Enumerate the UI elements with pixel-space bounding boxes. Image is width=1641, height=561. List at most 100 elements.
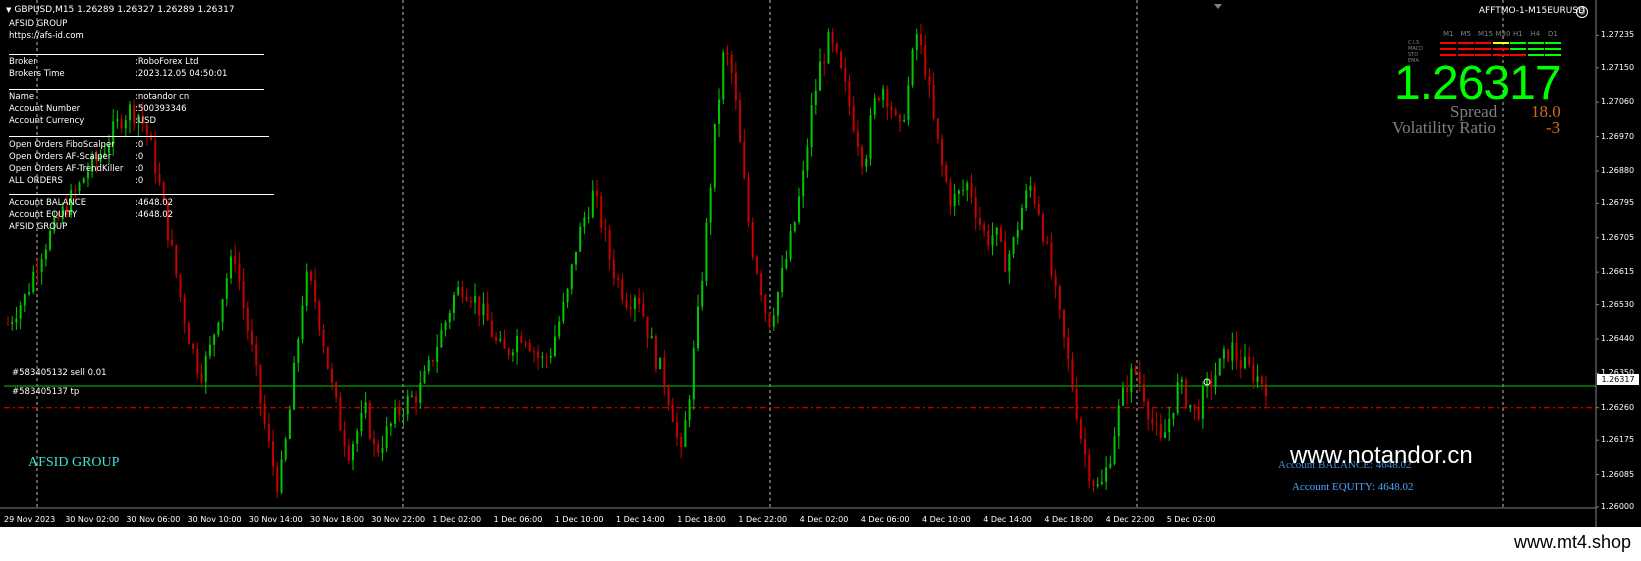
price-tick-label: 1.26615: [1601, 267, 1635, 277]
window: ▼ GBPUSD,M15 1.26289 1.26327 1.26289 1.26…: [0, 0, 1641, 561]
bull-candle: [82, 178, 85, 183]
bear-candle: [675, 422, 678, 438]
bull-candle: [364, 402, 367, 414]
price-tick-label: 1.26970: [1601, 131, 1635, 141]
bear-candle: [171, 240, 174, 246]
bear-candle: [343, 430, 346, 446]
tp-order-label[interactable]: #583405137 tp: [12, 387, 79, 397]
bull-candle: [78, 182, 81, 192]
price-tick-label: 1.26530: [1601, 299, 1635, 309]
bear-candle: [1084, 439, 1087, 455]
bull-candle: [280, 459, 283, 493]
bear-candle: [680, 437, 683, 447]
bull-candle: [659, 357, 662, 370]
time-tick-label: 5 Dec 02:00: [1166, 515, 1216, 524]
bull-candle: [288, 409, 291, 439]
time-tick-label: 4 Dec 22:00: [1105, 515, 1155, 524]
bull-candle: [650, 336, 653, 339]
bull-candle: [499, 338, 502, 341]
bull-candle: [558, 321, 561, 337]
bull-candle: [444, 322, 447, 331]
bear-candle: [861, 147, 864, 167]
bull-candle: [19, 305, 22, 319]
scroll-marker-icon: [1214, 4, 1222, 9]
bear-candle: [612, 259, 615, 279]
time-axis[interactable]: 29 Nov 2023 30 Nov 02:00 30 Nov 06:00 30 No…: [0, 508, 1596, 527]
broker-time-row: Brokers Time:2023.12.05 04:50:01: [9, 69, 228, 79]
bull-candle: [574, 251, 577, 265]
bull-candle: [579, 226, 582, 252]
bear-candle: [654, 336, 657, 370]
symbol-header[interactable]: ▼ GBPUSD,M15 1.26289 1.26327 1.26289 1.26…: [6, 5, 235, 15]
bull-candle: [389, 423, 392, 427]
account-equity-overlay: Account EQUITY: 4648.02: [1292, 481, 1414, 493]
bear-candle: [1210, 379, 1213, 387]
bull-candle: [124, 120, 127, 129]
bear-candle: [1079, 419, 1082, 440]
bear-candle: [1197, 407, 1200, 419]
indicator-timeframe: M15: [1478, 30, 1493, 38]
time-tick-label: 1 Dec 18:00: [677, 515, 726, 524]
bear-candle: [751, 222, 754, 258]
time-tick-label: 4 Dec 10:00: [922, 515, 971, 524]
bull-candle: [406, 396, 409, 415]
bear-candle: [263, 403, 266, 424]
dropdown-triangle-icon[interactable]: ▼: [6, 6, 11, 14]
bear-candle: [638, 297, 641, 304]
bear-candle: [730, 54, 733, 73]
divider: [9, 54, 264, 55]
bull-candle: [995, 227, 998, 236]
bear-candle: [36, 271, 39, 273]
bull-candle: [427, 360, 430, 372]
bear-candle: [600, 196, 603, 228]
bear-candle: [596, 190, 599, 197]
bull-candle: [1008, 253, 1011, 272]
bear-candle: [945, 165, 948, 182]
bull-candle: [865, 158, 868, 167]
bear-candle: [528, 343, 531, 352]
bull-candle: [1012, 237, 1015, 254]
bear-candle: [1147, 401, 1150, 420]
bear-candle: [608, 229, 611, 260]
time-tick-label: 30 Nov 18:00: [310, 515, 364, 524]
bear-candle: [755, 257, 758, 274]
bear-candle: [726, 52, 729, 55]
brand-url[interactable]: https://afs-id.com: [9, 31, 84, 41]
bull-candle: [709, 187, 712, 223]
bear-candle: [537, 351, 540, 358]
smiley-icon[interactable]: ☺: [1576, 6, 1588, 18]
bear-candle: [1239, 359, 1242, 369]
bear-candle: [74, 190, 77, 192]
bull-candle: [1100, 481, 1103, 485]
bear-candle: [179, 274, 182, 298]
bear-candle: [314, 280, 317, 302]
bull-candle: [966, 183, 969, 191]
indicator-cell: [1510, 42, 1526, 44]
bear-candle: [276, 466, 279, 493]
bear-candle: [495, 336, 498, 341]
bull-candle: [225, 278, 228, 300]
bull-candle: [32, 271, 35, 293]
bear-candle: [1092, 480, 1095, 487]
bear-candle: [478, 296, 481, 316]
bull-candle: [352, 443, 355, 461]
bull-candle: [873, 98, 876, 116]
bear-candle: [1067, 337, 1070, 360]
bear-candle: [272, 441, 275, 467]
bear-candle: [1138, 372, 1141, 384]
bull-candle: [1206, 379, 1209, 387]
bear-candle: [322, 329, 325, 347]
bull-candle: [49, 230, 52, 250]
chart-area[interactable]: ▼ GBPUSD,M15 1.26289 1.26327 1.26289 1.26…: [0, 0, 1641, 527]
sell-order-label[interactable]: #583405132 sell 0.01: [12, 368, 107, 378]
bear-candle: [545, 356, 548, 358]
bull-candle: [1176, 382, 1179, 413]
bear-candle: [844, 68, 847, 82]
bear-candle: [768, 313, 771, 327]
bear-candle: [532, 351, 535, 353]
bull-candle: [562, 301, 565, 322]
bull-candle: [457, 287, 460, 295]
bull-candle: [301, 305, 304, 340]
bear-candle: [335, 382, 338, 398]
bear-candle: [1193, 404, 1196, 408]
